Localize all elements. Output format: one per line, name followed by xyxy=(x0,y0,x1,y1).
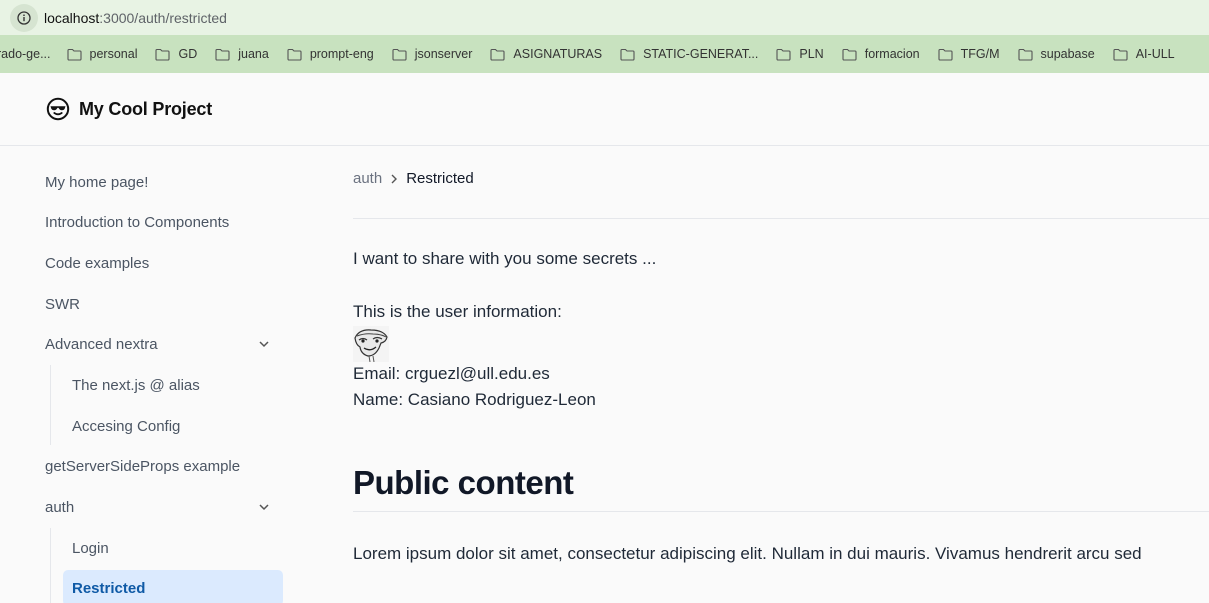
chevron-down-icon xyxy=(259,504,269,511)
sunglasses-face-icon xyxy=(46,97,70,121)
sidebar-item-login[interactable]: Login xyxy=(72,534,109,562)
intro-text: I want to share with you some secrets ..… xyxy=(353,249,657,268)
sidebar-nav: My home page! Introduction to Components… xyxy=(0,146,300,603)
sidebar-item-label: auth xyxy=(45,498,75,516)
site-logo-link[interactable]: My Cool Project xyxy=(46,97,212,121)
folder-icon xyxy=(287,48,302,61)
folder-icon xyxy=(155,48,171,61)
bookmark-label: jsonserver xyxy=(414,47,473,61)
sidebar-item-label: Advanced nextra xyxy=(45,335,158,353)
bookmark-label: personal xyxy=(89,47,138,61)
folder-icon xyxy=(776,48,791,61)
folder-icon xyxy=(1113,48,1128,61)
sidebar-item-advanced-nextra[interactable]: Advanced nextra xyxy=(45,330,275,358)
url-path: :3000/auth/restricted xyxy=(99,9,227,26)
sidebar-item-alias[interactable]: The next.js @ alias xyxy=(72,371,200,399)
sidebar-item-label: Code examples xyxy=(45,254,150,272)
bookmark-folder[interactable]: juana xyxy=(215,47,269,61)
sidebar-item-getserversideprops[interactable]: getServerSideProps example xyxy=(45,452,275,480)
subtree-line xyxy=(50,365,51,445)
bookmark-folder[interactable]: formacion xyxy=(842,47,920,61)
chevron-down-icon xyxy=(259,341,269,348)
sidebar-item-label: Introduction to Components xyxy=(45,213,230,231)
bookmark-label: rado-ge... xyxy=(0,47,51,61)
bookmark-folder[interactable]: supabase xyxy=(1017,47,1095,61)
folder-icon xyxy=(392,48,407,61)
sidebar-item-label: Login xyxy=(72,539,109,557)
bookmark-folder[interactable]: rado-ge... xyxy=(0,47,51,61)
folder-icon xyxy=(842,48,857,61)
section-heading: Public content xyxy=(353,464,574,501)
folder-icon xyxy=(66,48,82,61)
subtree-line xyxy=(50,528,51,603)
bookmark-folder[interactable]: AI-ULL xyxy=(1113,47,1175,61)
bookmark-label: STATIC-GENERAT... xyxy=(643,47,759,61)
bookmark-label: AI-ULL xyxy=(1135,47,1175,61)
divider xyxy=(353,511,1209,512)
sidebar-item-restricted[interactable]: Restricted xyxy=(63,570,283,603)
bookmark-label: juana xyxy=(238,47,269,61)
user-avatar xyxy=(353,326,389,362)
url-text[interactable]: localhost:3000/auth/restricted xyxy=(44,10,227,26)
browser-url-bar[interactable]: localhost:3000/auth/restricted xyxy=(0,0,1209,35)
bookmark-folder[interactable]: jsonserver xyxy=(392,47,473,61)
folder-icon xyxy=(938,48,953,61)
breadcrumb-current: Restricted xyxy=(406,170,474,187)
folder-icon xyxy=(620,48,635,61)
bookmark-folder[interactable]: TFG/M xyxy=(938,47,1000,61)
folder-icon xyxy=(490,48,505,61)
user-info-label: This is the user information: xyxy=(353,302,562,321)
bookmarks-bar: rado-ge... personal GD juana prompt-eng … xyxy=(0,35,1209,73)
sidebar-item-label: Restricted xyxy=(72,579,146,597)
site-title: My Cool Project xyxy=(79,98,213,119)
bookmark-folder[interactable]: personal xyxy=(66,47,138,61)
sidebar-item-label: Accesing Config xyxy=(72,417,181,435)
bookmark-label: formacion xyxy=(864,47,920,61)
sidebar-item-label: getServerSideProps example xyxy=(45,457,241,475)
sidebar-item-label: My home page! xyxy=(45,173,149,191)
bookmark-folder[interactable]: ASIGNATURAS xyxy=(490,47,602,61)
bookmark-label: PLN xyxy=(799,47,824,61)
bookmark-label: GD xyxy=(178,47,198,61)
bookmark-label: ASIGNATURAS xyxy=(513,47,603,61)
bookmark-folder[interactable]: prompt-eng xyxy=(287,47,374,61)
breadcrumb: auth Restricted xyxy=(353,170,474,187)
user-email: Email: crguezl@ull.edu.es xyxy=(353,364,550,383)
sidebar-item-auth[interactable]: auth xyxy=(45,493,275,521)
folder-icon xyxy=(1017,48,1033,61)
main-content: auth Restricted I want to share with you… xyxy=(353,146,1209,603)
sidebar-item-label: SWR xyxy=(45,295,80,313)
divider xyxy=(353,218,1209,219)
url-host: localhost xyxy=(44,9,100,26)
chevron-right-icon xyxy=(389,173,399,185)
bookmark-label: prompt-eng xyxy=(309,47,374,61)
user-name: Name: Casiano Rodriguez-Leon xyxy=(353,390,596,409)
sidebar-item-swr[interactable]: SWR xyxy=(45,290,275,318)
bookmark-label: supabase xyxy=(1040,47,1095,61)
sidebar-item-code-examples[interactable]: Code examples xyxy=(45,249,275,277)
bookmark-label: TFG/M xyxy=(960,47,1000,61)
bookmark-folder[interactable]: GD xyxy=(155,47,197,61)
sidebar-item-home[interactable]: My home page! xyxy=(45,168,275,196)
site-info-icon[interactable] xyxy=(10,3,38,32)
folder-icon xyxy=(215,48,230,61)
site-navbar: My Cool Project xyxy=(0,73,1209,146)
sidebar-item-label: The next.js @ alias xyxy=(72,376,200,394)
sidebar-item-config[interactable]: Accesing Config xyxy=(72,412,180,440)
bookmark-folder[interactable]: PLN xyxy=(776,47,824,61)
lorem-paragraph: Lorem ipsum dolor sit amet, consectetur … xyxy=(353,544,1142,563)
bookmark-folder[interactable]: STATIC-GENERAT... xyxy=(620,47,758,61)
sidebar-item-components[interactable]: Introduction to Components xyxy=(45,208,275,236)
breadcrumb-item[interactable]: auth xyxy=(353,170,382,187)
